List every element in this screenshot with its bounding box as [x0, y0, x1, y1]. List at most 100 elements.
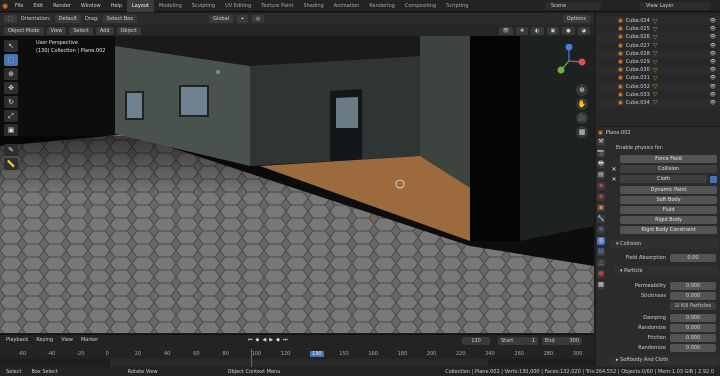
- transform-tool-icon[interactable]: ▣: [4, 124, 18, 136]
- friction-field[interactable]: 0.000: [670, 334, 716, 342]
- randomize-damping-field[interactable]: 0.000: [670, 324, 716, 332]
- softbody-cloth-panel-header[interactable]: ▸ Softbody And Cloth: [610, 356, 718, 365]
- visibility-eye-icon[interactable]: 👁: [710, 26, 716, 32]
- blender-logo-icon[interactable]: ◉: [0, 0, 10, 12]
- menu-file[interactable]: File: [10, 0, 28, 12]
- damping-field[interactable]: 0.000: [670, 314, 716, 322]
- tab-layout[interactable]: Layout: [127, 0, 154, 12]
- output-tab-icon[interactable]: 🖶: [597, 160, 605, 168]
- tweak-tool-icon[interactable]: ↖: [4, 40, 18, 52]
- kill-particles-checkbox[interactable]: ☑ Kill Particles: [670, 302, 716, 310]
- drag-dropdown[interactable]: Select Box: [102, 15, 138, 23]
- render-tab-icon[interactable]: 📷: [597, 149, 605, 157]
- scene-tab-icon[interactable]: ◆: [597, 182, 605, 190]
- jump-end-icon[interactable]: ⏭: [283, 337, 288, 343]
- randomize-friction-field[interactable]: 0.000: [670, 344, 716, 352]
- outliner-item[interactable]: ▣ Cube.032 ▽ 👁: [596, 82, 720, 91]
- tab-shading[interactable]: Shading: [298, 0, 328, 12]
- orientation-dropdown[interactable]: Default: [54, 15, 81, 23]
- transform-orientation-dropdown[interactable]: Global: [209, 15, 234, 23]
- material-tab-icon[interactable]: ●: [597, 270, 605, 278]
- remove-cloth-icon[interactable]: ✕: [611, 176, 617, 183]
- view-layer-tab-icon[interactable]: ▤: [597, 171, 605, 179]
- pan-hand-icon[interactable]: ✋: [576, 98, 588, 110]
- visibility-eye-icon[interactable]: 👁: [710, 51, 716, 57]
- timeline-view-menu[interactable]: View: [61, 337, 73, 343]
- field-absorption-field[interactable]: 0.00: [670, 254, 716, 262]
- play-icon[interactable]: ▶: [269, 337, 273, 343]
- data-tab-icon[interactable]: △: [597, 259, 605, 267]
- collision-panel-header[interactable]: ▾ Collision: [610, 239, 718, 249]
- move-tool-icon[interactable]: ✥: [4, 82, 18, 94]
- rigid-body-button[interactable]: Rigid Body: [620, 216, 717, 224]
- fluid-button[interactable]: Fluid: [620, 206, 717, 214]
- annotate-tool-icon[interactable]: ✎: [4, 144, 18, 156]
- outliner-item[interactable]: ▣ Cube.033 ▽ 👁: [596, 91, 720, 99]
- particle-panel-header[interactable]: ▾ Particle: [614, 266, 718, 276]
- menu-render[interactable]: Render: [48, 0, 76, 12]
- scale-tool-icon[interactable]: ⤢: [4, 110, 18, 122]
- tab-animation[interactable]: Animation: [329, 0, 365, 12]
- next-keyframe-icon[interactable]: ◆: [276, 337, 280, 343]
- prev-keyframe-icon[interactable]: ◆: [256, 337, 260, 343]
- particles-tab-icon[interactable]: ✲: [597, 226, 605, 234]
- navigation-gizmo[interactable]: [552, 43, 586, 78]
- select-box-tool-icon[interactable]: ⬚: [4, 54, 18, 66]
- outliner-item[interactable]: ▣ Cube.031 ▽ 👁: [596, 74, 720, 82]
- tab-uv-editing[interactable]: UV Editing: [220, 0, 256, 12]
- outliner-item[interactable]: ▣ Cube.027 ▽ 👁: [596, 42, 720, 50]
- stickiness-field[interactable]: 0.000: [670, 292, 716, 300]
- world-tab-icon[interactable]: ◉: [597, 193, 605, 201]
- camera-view-icon[interactable]: 🎥: [576, 112, 588, 124]
- select-menu[interactable]: Select: [69, 26, 93, 35]
- texture-tab-icon[interactable]: ▦: [597, 281, 605, 289]
- object-mode-dropdown[interactable]: Object Mode: [4, 26, 44, 35]
- gizmo-icon[interactable]: ✥: [515, 26, 529, 35]
- keying-menu[interactable]: Keying: [36, 337, 53, 343]
- overlays-icon[interactable]: ◐: [531, 26, 544, 35]
- permeability-field[interactable]: 0.000: [670, 282, 716, 290]
- perspective-grid-icon[interactable]: ▦: [576, 126, 588, 138]
- constraints-tab-icon[interactable]: ⛓: [597, 248, 605, 256]
- outliner-item[interactable]: ▣ Cube.024 ▽ 👁: [596, 17, 720, 26]
- visibility-eye-icon[interactable]: 👁: [710, 67, 716, 73]
- xray-icon[interactable]: ▣: [546, 26, 560, 35]
- zoom-icon[interactable]: ⊕: [576, 84, 588, 96]
- tab-texture-paint[interactable]: Texture Paint: [256, 0, 298, 12]
- visibility-icon[interactable]: 👁: [498, 26, 513, 35]
- proportional-edit-icon[interactable]: ◎: [251, 15, 265, 23]
- visibility-eye-icon[interactable]: 👁: [710, 92, 716, 98]
- cloth-visibility-icon[interactable]: [710, 175, 717, 183]
- visibility-eye-icon[interactable]: 👁: [710, 84, 716, 90]
- tool-settings-icon[interactable]: ⬚: [4, 15, 17, 23]
- shading-material-icon[interactable]: ◕: [577, 26, 590, 35]
- play-reverse-icon[interactable]: ◀: [262, 337, 266, 343]
- outliner-item[interactable]: ▣ Cube.029 ▽ 👁: [596, 58, 720, 66]
- dynamic-paint-button[interactable]: Dynamic Paint: [620, 186, 717, 194]
- view-layer-selector[interactable]: View Layer: [640, 2, 710, 10]
- visibility-eye-icon[interactable]: 👁: [710, 43, 716, 49]
- visibility-eye-icon[interactable]: 👁: [710, 59, 716, 65]
- outliner-item[interactable]: ▣ Cube.030 ▽ 👁: [596, 66, 720, 75]
- visibility-eye-icon[interactable]: 👁: [710, 100, 716, 106]
- rotate-tool-icon[interactable]: ↻: [4, 96, 18, 108]
- snap-icon[interactable]: ⌖: [237, 15, 248, 23]
- object-menu[interactable]: Object: [116, 26, 141, 35]
- outliner-item[interactable]: ▣ Cube.034 ▽ 👁: [596, 98, 720, 108]
- menu-window[interactable]: Window: [76, 0, 106, 12]
- tab-sculpting[interactable]: Sculpting: [187, 0, 220, 12]
- outliner-item[interactable]: ▣ Cube.026 ▽ 👁: [596, 33, 720, 42]
- collision-button[interactable]: Collision: [620, 165, 717, 173]
- modifier-tab-icon[interactable]: 🔧: [597, 215, 605, 223]
- cursor-tool-icon[interactable]: ⊕: [4, 68, 18, 80]
- shading-solid-icon[interactable]: ●: [562, 26, 575, 35]
- soft-body-button[interactable]: Soft Body: [620, 196, 717, 204]
- jump-start-icon[interactable]: ⏮: [248, 337, 253, 343]
- cloth-button[interactable]: Cloth: [620, 175, 707, 183]
- view-menu[interactable]: View: [46, 26, 67, 35]
- marker-menu[interactable]: Marker: [81, 337, 98, 343]
- menu-help[interactable]: Help: [106, 0, 127, 12]
- outliner-item[interactable]: ▣ Cube.028 ▽ 👁: [596, 49, 720, 58]
- physics-tab-icon[interactable]: ◎: [597, 237, 605, 245]
- remove-collision-icon[interactable]: ✕: [611, 166, 617, 173]
